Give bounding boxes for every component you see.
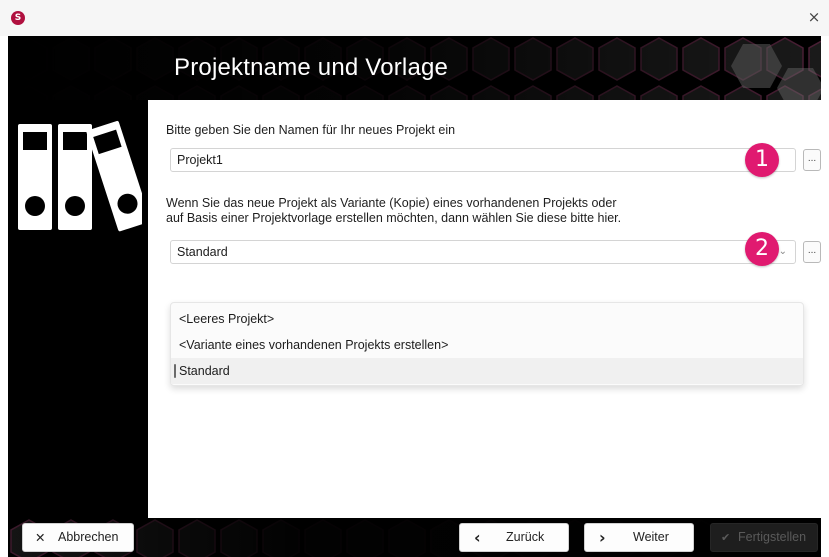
step-1-badge: 1 (745, 143, 779, 177)
finish-button[interactable]: ✔ Fertigstellen (710, 523, 818, 552)
template-select[interactable]: Standard ⌄ (170, 240, 796, 264)
project-name-label: Bitte geben Sie den Namen für Ihr neues … (166, 123, 456, 137)
project-name-input[interactable]: Projekt1 (170, 148, 796, 172)
window-titlebar: S × (0, 0, 829, 36)
cancel-button-label: Abbrechen (58, 530, 119, 544)
wizard-footer: ✕ Abbrechen ‹ Zurück › Weiter ✔ Fertigst… (8, 518, 821, 557)
dropdown-option-variant[interactable]: <Variante eines vorhandenen Projekts ers… (171, 332, 803, 358)
finish-button-label: Fertigstellen (738, 530, 807, 544)
chevron-right-icon: › (599, 528, 606, 547)
page-title: Projektname und Vorlage (174, 54, 449, 81)
template-select-value: Standard (177, 245, 228, 259)
template-label-line2: auf Basis einer Projektvorlage erstellen… (166, 211, 622, 225)
chevron-left-icon: ‹ (474, 528, 481, 547)
checkmark-icon: ✔ (721, 531, 731, 544)
next-button-label: Weiter (633, 530, 669, 544)
left-sidebar (8, 100, 148, 518)
template-label-line1: Wenn Sie das neue Projekt als Variante (… (166, 196, 617, 210)
browse-template-button[interactable]: ... (803, 241, 821, 263)
close-icon: ✕ (35, 530, 46, 545)
dropdown-option-empty-project[interactable]: <Leeres Projekt> (171, 306, 803, 332)
selection-indicator (174, 364, 176, 378)
back-button-label: Zurück (506, 530, 545, 544)
dropdown-option-standard[interactable]: Standard (171, 358, 803, 384)
close-window-icon[interactable]: × (805, 8, 823, 26)
back-button[interactable]: ‹ Zurück (459, 523, 569, 552)
wizard-content: Bitte geben Sie den Namen für Ihr neues … (148, 100, 821, 518)
browse-project-button[interactable]: ... (803, 149, 821, 171)
next-button[interactable]: › Weiter (584, 523, 694, 552)
binders-icon (18, 120, 142, 232)
app-logo-icon: S (11, 11, 25, 25)
template-dropdown-list: <Leeres Projekt> <Variante eines vorhand… (170, 302, 804, 386)
wizard-header: Projektname und Vorlage (8, 36, 821, 100)
wizard-dialog: Projektname und Vorlage Bitte geben Sie … (8, 36, 821, 557)
cancel-button[interactable]: ✕ Abbrechen (22, 523, 134, 552)
step-2-badge: 2 (745, 232, 779, 266)
chevron-down-icon[interactable]: ⌄ (779, 241, 787, 263)
dropdown-option-standard-label: Standard (179, 364, 230, 378)
